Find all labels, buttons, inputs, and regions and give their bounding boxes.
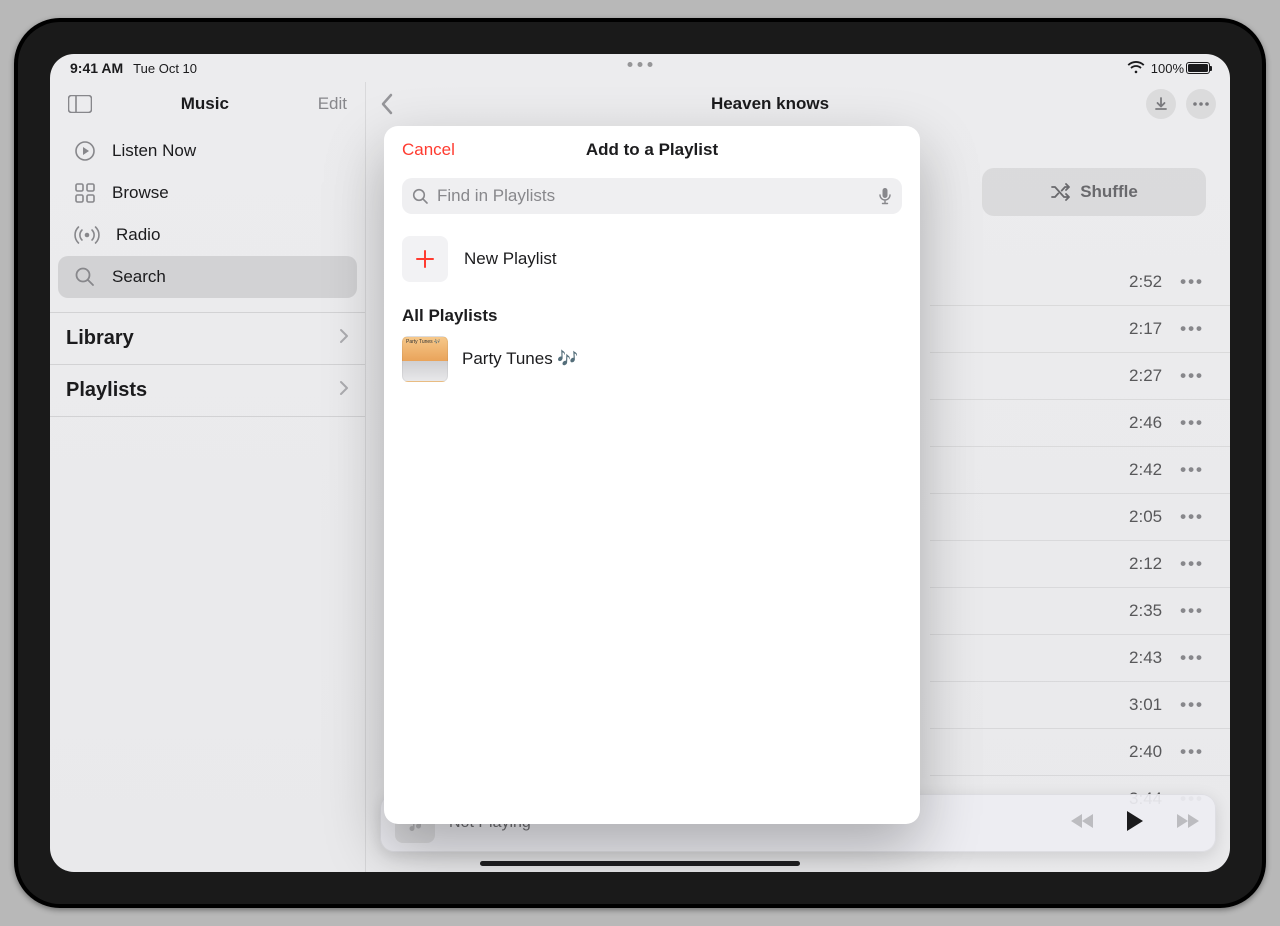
search-placeholder: Find in Playlists [437,186,870,206]
sheet-title: Add to a Playlist [586,140,718,160]
cancel-button[interactable]: Cancel [402,140,455,160]
playlist-row[interactable]: Party Tunes 🎶 Party Tunes 🎶 [402,336,902,382]
dictation-icon[interactable] [878,187,892,205]
new-playlist-button[interactable]: New Playlist [402,236,902,282]
playlist-artwork: Party Tunes 🎶 [402,336,448,382]
new-playlist-label: New Playlist [464,249,557,269]
search-icon [412,188,429,205]
playlist-name: Party Tunes 🎶 [462,349,579,369]
add-to-playlist-sheet: Cancel Add to a Playlist Find in Playlis… [384,126,920,824]
search-input[interactable]: Find in Playlists [402,178,902,214]
home-indicator[interactable] [480,861,800,866]
all-playlists-header: All Playlists [402,306,902,326]
plus-icon [402,236,448,282]
ipad-frame: 9:41 AM Tue Oct 10 100% Music [14,18,1266,908]
screen: 9:41 AM Tue Oct 10 100% Music [50,54,1230,872]
